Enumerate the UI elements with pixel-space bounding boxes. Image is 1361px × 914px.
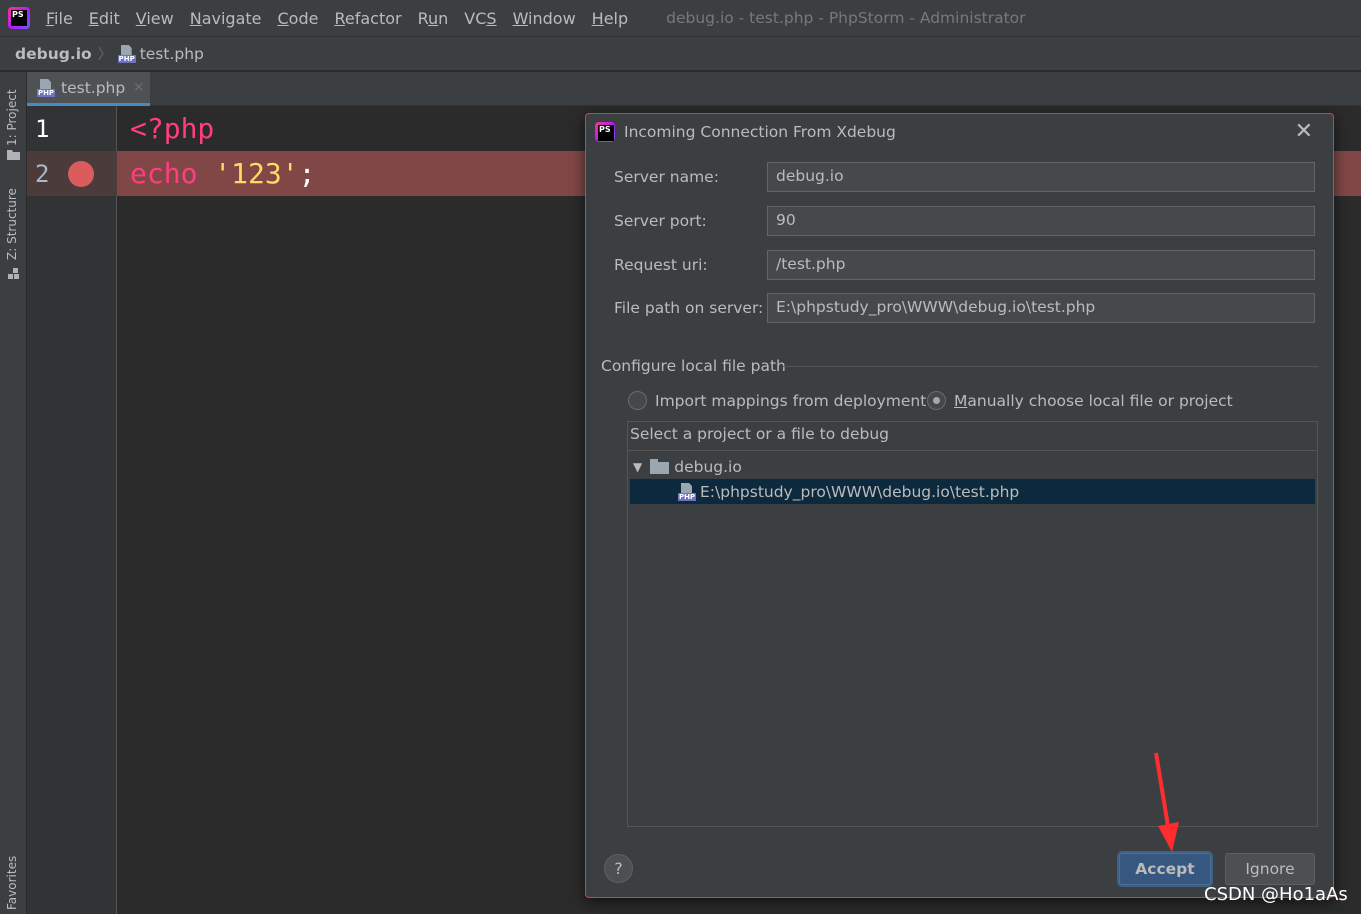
tree-node-label: debug.io (674, 457, 742, 476)
line-number: 2 (35, 160, 50, 188)
expand-arrow-icon[interactable]: ▼ (633, 460, 642, 474)
file-path-field[interactable]: E:\phpstudy_pro\WWW\debug.io\test.php (767, 293, 1315, 323)
line-number: 1 (35, 115, 50, 143)
editor-gutter (27, 106, 117, 914)
structure-tool-tab[interactable]: Z: Structure (5, 188, 19, 260)
tab-close-icon[interactable]: × (133, 80, 144, 95)
manual-choose-label[interactable]: Manually choose local file or project (954, 392, 1233, 410)
request-uri-label: Request uri: (614, 256, 708, 274)
menu-navigate[interactable]: Navigate (190, 9, 262, 28)
menu-refactor[interactable]: Refactor (334, 9, 401, 28)
file-tree[interactable]: ▼ debug.io PHP E:\phpstudy_pro\WWW\debug… (630, 453, 1315, 824)
menu-file[interactable]: File (46, 9, 73, 28)
menu-edit[interactable]: Edit (89, 9, 120, 28)
server-port-field[interactable]: 90 (767, 206, 1315, 236)
php-file-icon: PHP (117, 44, 136, 63)
project-tool-tab[interactable]: 1: Project (5, 89, 19, 146)
server-name-field[interactable]: debug.io (767, 162, 1315, 192)
folder-icon (7, 150, 20, 160)
code-line: echo '123'; (130, 157, 316, 190)
phpstorm-logo-icon: PS (595, 122, 615, 142)
tab-test-php[interactable]: PHP test.php × (27, 72, 150, 106)
watermark: CSDN @Ho1aAs (1204, 884, 1348, 905)
code-line: <?php (130, 112, 215, 145)
structure-icon (8, 268, 19, 279)
import-mappings-radio[interactable] (628, 391, 647, 410)
file-tree-panel: Select a project or a file to debug ▼ de… (627, 421, 1318, 827)
help-button[interactable]: ? (604, 854, 633, 883)
section-divider (783, 366, 1318, 367)
file-path-label: File path on server: (614, 299, 764, 317)
manual-choose-radio[interactable] (927, 391, 946, 410)
dialog-title: Incoming Connection From Xdebug (624, 123, 896, 141)
left-tool-strip: 1: Project Z: Structure Favorites (0, 72, 27, 914)
request-uri-field[interactable]: /test.php (767, 250, 1315, 280)
incoming-connection-dialog: PS Incoming Connection From Xdebug ✕ Ser… (585, 113, 1334, 898)
breadcrumb: debug.io 〉 PHP test.php (0, 36, 1361, 71)
php-file-icon: PHP (678, 482, 696, 501)
window-title: debug.io - test.php - PhpStorm - Adminis… (666, 9, 1026, 27)
editor-tab-bar: PHP test.php × (27, 72, 1361, 106)
breadcrumb-project[interactable]: debug.io (15, 45, 92, 63)
menu-window[interactable]: Window (513, 9, 576, 28)
server-port-label: Server port: (614, 212, 707, 230)
title-bar: PS File Edit View Navigate Code Refactor… (0, 0, 1361, 36)
server-name-label: Server name: (614, 168, 719, 186)
tab-label: test.php (61, 78, 126, 97)
breadcrumb-file[interactable]: test.php (140, 45, 204, 63)
dialog-header: PS Incoming Connection From Xdebug ✕ (586, 114, 1333, 150)
tree-caption: Select a project or a file to debug (628, 422, 1317, 451)
menu-vcs[interactable]: VCS (464, 9, 496, 28)
ignore-button[interactable]: Ignore (1225, 853, 1315, 885)
breakpoint-icon[interactable] (68, 161, 94, 187)
accept-button[interactable]: Accept (1119, 853, 1211, 885)
tree-node-file[interactable]: PHP E:\phpstudy_pro\WWW\debug.io\test.ph… (630, 479, 1315, 504)
tree-node-label: E:\phpstudy_pro\WWW\debug.io\test.php (700, 482, 1020, 501)
menu-code[interactable]: Code (278, 9, 319, 28)
menu-view[interactable]: View (136, 9, 174, 28)
close-icon[interactable]: ✕ (1295, 119, 1313, 144)
import-mappings-label[interactable]: Import mappings from deployment (655, 392, 926, 410)
favorites-tool-tab[interactable]: Favorites (5, 856, 19, 910)
breadcrumb-separator-icon: 〉 (97, 46, 112, 63)
folder-icon (650, 459, 670, 474)
menu-help[interactable]: Help (592, 9, 628, 28)
phpstorm-logo-icon: PS (8, 7, 30, 29)
section-title: Configure local file path (601, 357, 786, 375)
menu-run[interactable]: Run (418, 9, 449, 28)
tree-node-project[interactable]: ▼ debug.io (630, 454, 1315, 479)
php-file-icon: PHP (37, 78, 55, 97)
